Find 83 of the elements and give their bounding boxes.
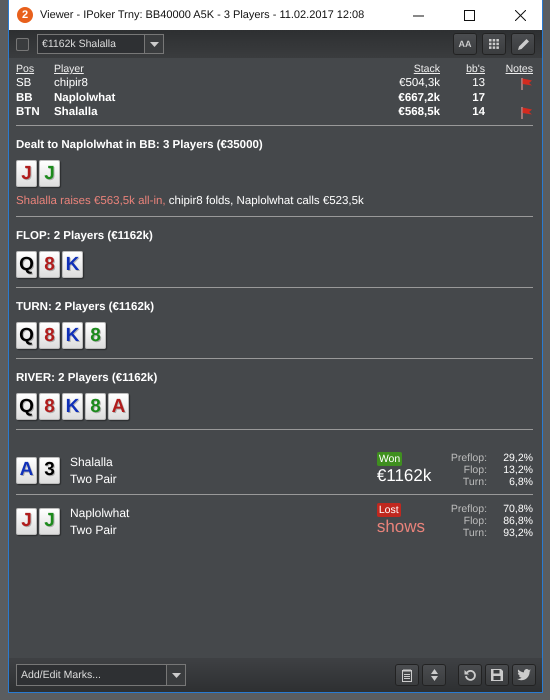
equity-value: 6,8% [508, 476, 533, 488]
street-heading: RIVER: 2 Players (€1162k) [16, 371, 158, 386]
table-cell-text: €667,2k [397, 92, 440, 104]
playing-card: 8 [39, 393, 60, 420]
equity-label: Preflop: [450, 503, 487, 515]
table-cell-text: 17 [471, 92, 485, 104]
table-cell-text: €504,3k [398, 77, 440, 90]
equity-value: 70,8% [502, 503, 533, 515]
player-name: Naplolwhat [70, 506, 130, 520]
column-header[interactable]: Notes [485, 63, 533, 75]
caret-icon [172, 672, 180, 678]
equity-label: Preflop: [450, 452, 487, 464]
refresh-button[interactable] [458, 664, 482, 686]
street-heading: Dealt to Naplolwhat in BB: 3 Players (€35000) [16, 138, 264, 153]
equity-value: 93,2% [502, 527, 533, 539]
maximize-icon [464, 10, 474, 20]
playing-card: Q [16, 393, 37, 420]
table-cell-text: €568,5k [397, 106, 440, 119]
table-cell-text: Shalalla [54, 106, 98, 119]
playing-card: 3 [39, 456, 60, 484]
result-badge: Won [376, 452, 402, 466]
result-amount: shows [376, 517, 425, 537]
hand-rank: Two Pair [70, 522, 118, 536]
window-title: Viewer - IPoker Trny: BB40000 A5K - 3 Players - 11.02.2017 12:08 [40, 9, 366, 21]
table-cell-text: chipir8 [54, 77, 89, 90]
playing-card: J [16, 508, 37, 534]
notes-button[interactable] [395, 664, 419, 686]
grid-icon [489, 39, 499, 49]
player-name: Shalalla [70, 454, 114, 468]
playing-card: K [62, 251, 83, 278]
stepper-button[interactable] [422, 664, 446, 686]
playing-card: 8 [85, 393, 106, 420]
table-cell-text: 14 [471, 106, 485, 119]
table-cell-text: BTN [16, 106, 41, 119]
street-heading: TURN: 2 Players (€1162k) [16, 300, 156, 315]
playing-card: 8 [85, 322, 106, 349]
equity-value: 86,8% [502, 515, 533, 527]
hand-rank: Two Pair [70, 472, 118, 486]
result-amount: €1162k [376, 466, 432, 486]
grid-button[interactable] [482, 33, 506, 55]
equity-label: Flop: [462, 464, 487, 476]
column-header[interactable]: Stack [350, 63, 440, 75]
playing-card: K [62, 322, 83, 349]
playing-card: J [39, 160, 60, 187]
playing-card: Q [16, 251, 37, 278]
equity-label: Turn: [462, 527, 487, 539]
playing-card: Q [16, 322, 37, 349]
save-button[interactable] [485, 664, 509, 686]
hand-dropdown[interactable]: €1162k Shalalla [37, 34, 164, 54]
street-heading: FLOP: 2 Players (€1162k) [16, 229, 154, 244]
equity-label: Flop: [462, 515, 487, 527]
up-down-icon [430, 669, 438, 681]
share-button[interactable] [512, 664, 536, 686]
column-header[interactable]: bb's [440, 63, 485, 75]
close-icon [514, 10, 526, 20]
playing-card: 8 [39, 251, 60, 278]
table-cell-text: 13 [471, 77, 485, 90]
playing-card: 8 [39, 322, 60, 349]
notepad-icon [402, 668, 412, 682]
playing-card: J [39, 508, 60, 534]
app-logo: 2 [17, 7, 33, 23]
pencil-icon [516, 38, 530, 50]
equity-value: 29,2% [502, 452, 533, 464]
table-cell-text: Naplolwhat [54, 92, 116, 104]
caret-icon [150, 42, 158, 46]
playing-card: K [62, 393, 83, 420]
marks-dropdown[interactable]: Add/Edit Marks... [16, 664, 186, 686]
equity-label: Turn: [462, 476, 487, 488]
playing-card: A [108, 393, 129, 420]
column-header[interactable]: Player [54, 63, 350, 75]
action-summary: Shalalla raises €563,5k all-in, chipir8 folds, Naplolwhat calls €523,5k [16, 195, 365, 207]
font-size-button[interactable]: AA [453, 33, 477, 55]
result-badge: Lost [376, 503, 401, 517]
playing-card: A [16, 456, 37, 484]
playing-card: J [16, 160, 37, 187]
checkbox[interactable] [16, 38, 29, 50]
edit-button[interactable] [511, 33, 535, 55]
bird-icon [517, 669, 531, 681]
column-header[interactable]: Pos [16, 63, 54, 75]
equity-value: 13,2% [502, 464, 533, 476]
table-cell-text: BB [16, 92, 34, 104]
table-cell-text: SB [16, 77, 32, 90]
refresh-icon [464, 668, 476, 682]
